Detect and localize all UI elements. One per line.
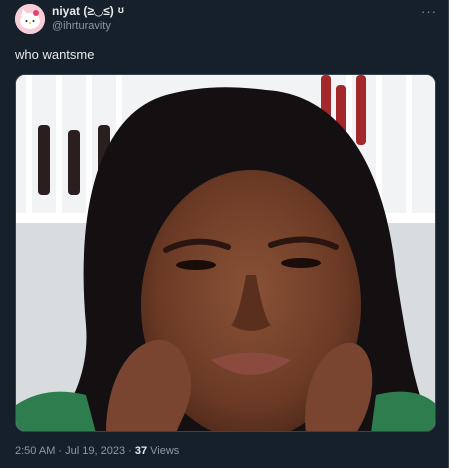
author-block: niyat (≥◡≤) ʊ @ihrturavity <box>52 5 124 32</box>
name-row: niyat (≥◡≤) ʊ <box>52 5 124 17</box>
tweet-card: niyat (≥◡≤) ʊ @ihrturavity ··· who wants… <box>0 0 449 468</box>
hello-kitty-avatar-icon <box>15 4 45 34</box>
selfie-photo-image <box>16 75 435 431</box>
display-name[interactable]: niyat (≥◡≤) <box>52 5 114 17</box>
tweet-text: who wantsme <box>15 47 95 62</box>
meta-separator: · <box>55 445 66 457</box>
tweet-meta: 2:50 AM · Jul 19, 2023 · 37 Views <box>15 445 179 457</box>
user-handle[interactable]: @ihrturavity <box>52 21 124 32</box>
views-count: 37 <box>134 445 148 457</box>
tweet-date[interactable]: Jul 19, 2023 <box>65 445 125 457</box>
tweet-media[interactable] <box>15 74 436 432</box>
badge-icon: ʊ <box>117 5 124 16</box>
meta-separator: · <box>125 445 135 457</box>
tweet-time[interactable]: 2:50 AM <box>15 445 55 457</box>
user-avatar[interactable] <box>15 4 45 34</box>
more-options-icon[interactable]: ··· <box>421 4 437 19</box>
views-label: Views <box>147 445 180 457</box>
